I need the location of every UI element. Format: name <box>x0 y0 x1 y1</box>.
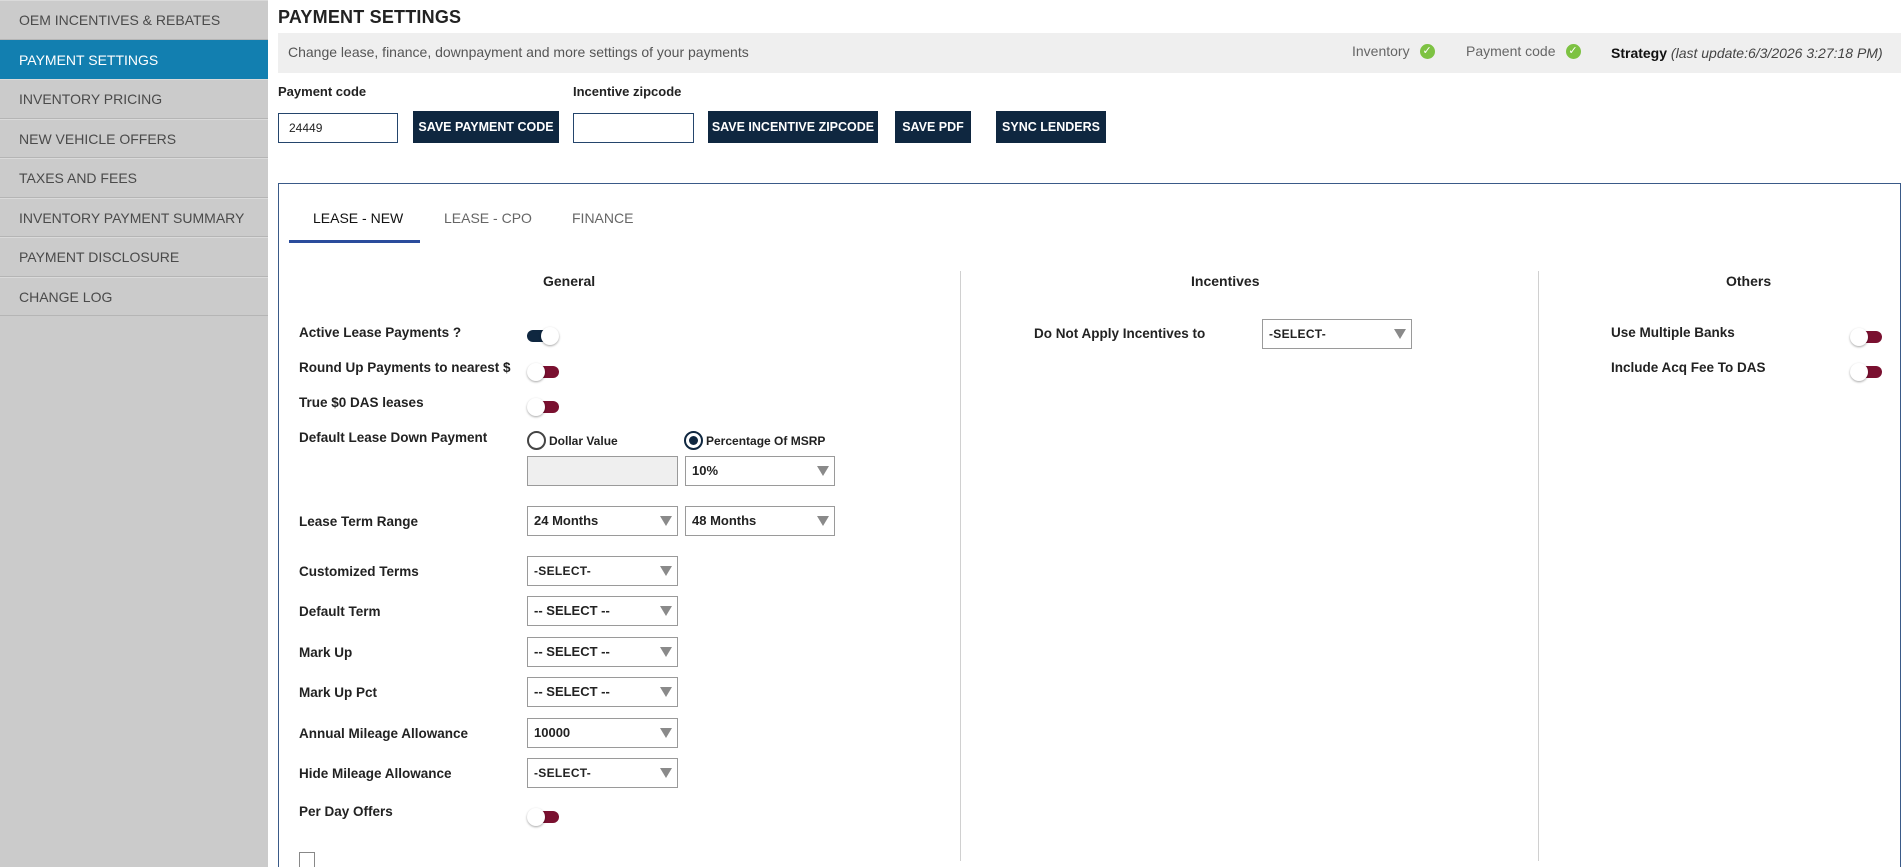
mark-up-pct-select[interactable]: -- SELECT -- <box>527 677 678 707</box>
round-up-payments-toggle[interactable] <box>527 363 559 381</box>
tab-lease-new[interactable]: LEASE - NEW <box>313 210 403 226</box>
use-multiple-banks-toggle[interactable] <box>1850 328 1882 346</box>
sidebar-item-change-log[interactable]: CHANGE LOG <box>0 276 268 316</box>
inventory-status-label: Inventory <box>1352 43 1410 59</box>
chevron-down-icon <box>1394 329 1406 339</box>
percentage-of-msrp-radio[interactable]: Percentage Of MSRP <box>684 431 825 450</box>
include-acq-fee-label: Include Acq Fee To DAS <box>1611 360 1766 375</box>
incentives-heading: Incentives <box>1191 273 1260 289</box>
sidebar-item-payment-disclosure[interactable]: PAYMENT DISCLOSURE <box>0 237 268 277</box>
customized-terms-label: Customized Terms <box>299 564 419 579</box>
lease-term-from-value: 24 Months <box>534 513 599 528</box>
incentive-zipcode-input[interactable] <box>573 113 694 143</box>
sidebar-item-oem-incentives[interactable]: OEM INCENTIVES & REBATES <box>0 0 268 40</box>
sidebar: OEM INCENTIVES & REBATES PAYMENT SETTING… <box>0 0 268 867</box>
round-up-payments-label: Round Up Payments to nearest $ <box>299 360 511 375</box>
sidebar-item-new-vehicle-offers[interactable]: NEW VEHICLE OFFERS <box>0 118 268 158</box>
column-divider <box>1538 271 1539 861</box>
default-term-label: Default Term <box>299 604 381 619</box>
active-lease-payments-toggle[interactable] <box>527 327 559 345</box>
default-term-value: -- SELECT -- <box>534 603 610 618</box>
check-icon: ✓ <box>1419 43 1435 59</box>
incentive-zipcode-label: Incentive zipcode <box>573 84 682 99</box>
lease-term-to-select[interactable]: 48 Months <box>685 506 835 536</box>
sidebar-item-payment-settings[interactable]: PAYMENT SETTINGS <box>0 39 268 79</box>
save-payment-code-button[interactable]: SAVE PAYMENT CODE <box>413 111 559 143</box>
save-incentive-zipcode-button[interactable]: SAVE INCENTIVE ZIPCODE <box>708 111 878 143</box>
true-zero-das-toggle[interactable] <box>527 398 559 416</box>
others-heading: Others <box>1726 273 1772 289</box>
column-divider <box>960 271 961 861</box>
customized-terms-select[interactable]: -SELECT- <box>527 556 678 586</box>
page-title: PAYMENT SETTINGS <box>278 7 462 27</box>
dollar-value-radio[interactable]: Dollar Value <box>527 431 618 450</box>
lease-term-from-select[interactable]: 24 Months <box>527 506 678 536</box>
tab-lease-cpo[interactable]: LEASE - CPO <box>444 210 532 226</box>
settings-panel: LEASE - NEW LEASE - CPO FINANCE General … <box>278 183 1901 867</box>
annual-mileage-select[interactable]: 10000 <box>527 718 678 748</box>
lease-term-to-value: 48 Months <box>692 513 757 528</box>
percentage-select-value: 10% <box>692 463 719 478</box>
mark-up-pct-value: -- SELECT -- <box>534 684 610 699</box>
include-acq-fee-toggle[interactable] <box>1850 363 1882 381</box>
active-lease-payments-label: Active Lease Payments ? <box>299 325 462 340</box>
lease-term-range-label: Lease Term Range <box>299 514 419 529</box>
chevron-down-icon <box>660 647 672 657</box>
hide-mileage-value: -SELECT- <box>534 766 592 780</box>
annual-mileage-value: 10000 <box>534 725 571 740</box>
default-lease-down-payment-label: Default Lease Down Payment <box>299 430 488 445</box>
chevron-down-icon <box>660 768 672 778</box>
chevron-down-icon <box>660 606 672 616</box>
sidebar-item-taxes-and-fees[interactable]: TAXES AND FEES <box>0 158 268 198</box>
per-day-offers-toggle[interactable] <box>527 808 559 826</box>
sidebar-item-inventory-pricing[interactable]: INVENTORY PRICING <box>0 79 268 119</box>
strategy-last-update: (last update:6/3/2026 3:27:18 PM) <box>1670 45 1883 61</box>
per-day-offers-label: Per Day Offers <box>299 804 393 819</box>
general-heading: General <box>543 273 596 289</box>
chevron-down-icon <box>660 728 672 738</box>
sync-lenders-button[interactable]: SYNC LENDERS <box>996 111 1106 143</box>
payment-code-status: Payment code ✓ <box>1466 43 1581 59</box>
chevron-down-icon <box>817 516 829 526</box>
do-not-apply-incentives-value: -SELECT- <box>1269 327 1327 341</box>
chevron-down-icon <box>660 687 672 697</box>
info-text: Change lease, finance, downpayment and m… <box>288 44 749 60</box>
payment-code-status-label: Payment code <box>1466 43 1556 59</box>
mark-up-value: -- SELECT -- <box>534 644 610 659</box>
default-term-select[interactable]: -- SELECT -- <box>527 596 678 626</box>
sidebar-item-inventory-payment-summary[interactable]: INVENTORY PAYMENT SUMMARY <box>0 197 268 237</box>
mark-up-select[interactable]: -- SELECT -- <box>527 637 678 667</box>
customized-terms-value: -SELECT- <box>534 564 592 578</box>
save-pdf-button[interactable]: SAVE PDF <box>895 111 971 143</box>
do-not-apply-incentives-select[interactable]: -SELECT- <box>1262 319 1412 349</box>
check-icon: ✓ <box>1565 43 1581 59</box>
percentage-of-msrp-radio-label: Percentage Of MSRP <box>706 433 826 448</box>
active-tab-indicator <box>289 240 420 243</box>
radio-circle <box>527 431 546 450</box>
info-bar: Change lease, finance, downpayment and m… <box>278 33 1901 73</box>
mark-up-pct-label: Mark Up Pct <box>299 685 378 700</box>
main-content: PAYMENT SETTINGS Change lease, finance, … <box>268 0 1901 867</box>
do-not-apply-incentives-label: Do Not Apply Incentives to <box>1034 326 1206 341</box>
percentage-select[interactable]: 10% <box>685 456 835 486</box>
strategy-label: Strategy <box>1611 45 1668 61</box>
chevron-down-icon <box>660 566 672 576</box>
strategy-info: Strategy (last update:6/3/2026 3:27:18 P… <box>1611 45 1883 61</box>
bottom-checkbox[interactable] <box>299 852 315 867</box>
radio-circle <box>684 431 703 450</box>
annual-mileage-label: Annual Mileage Allowance <box>299 726 469 741</box>
dollar-value-radio-label: Dollar Value <box>549 433 618 448</box>
hide-mileage-select[interactable]: -SELECT- <box>527 758 678 788</box>
hide-mileage-label: Hide Mileage Allowance <box>299 766 452 781</box>
payment-code-input[interactable]: 24449 <box>278 113 398 143</box>
chevron-down-icon <box>660 516 672 526</box>
tab-finance[interactable]: FINANCE <box>572 210 633 226</box>
dollar-value-input[interactable] <box>527 456 678 486</box>
inventory-status: Inventory ✓ <box>1352 43 1435 59</box>
payment-code-label: Payment code <box>278 84 367 99</box>
use-multiple-banks-label: Use Multiple Banks <box>1611 325 1735 340</box>
mark-up-label: Mark Up <box>299 645 353 660</box>
chevron-down-icon <box>817 466 829 476</box>
true-zero-das-label: True $0 DAS leases <box>299 395 424 410</box>
